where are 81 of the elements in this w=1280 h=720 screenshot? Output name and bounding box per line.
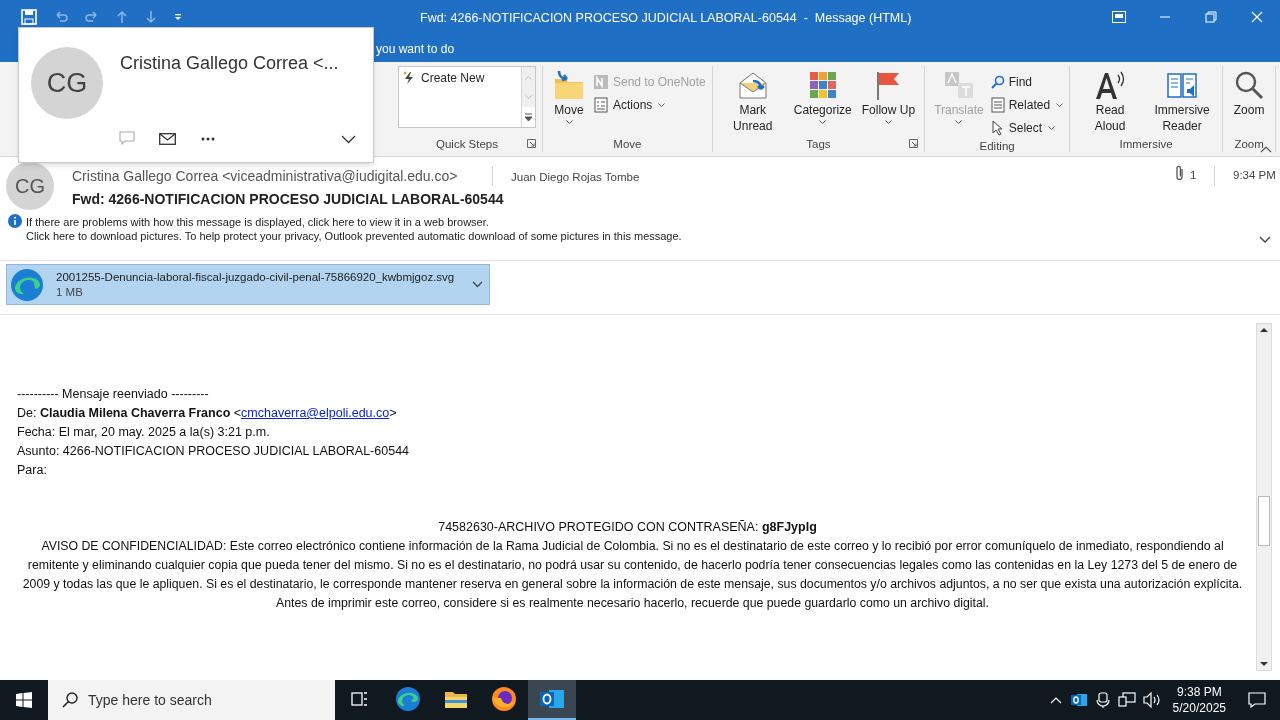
browser-icon bbox=[395, 686, 421, 712]
search-icon bbox=[990, 75, 1005, 89]
header-line: Fecha: El mar, 20 may. 2025 a la(s) 3:21 p.m. bbox=[17, 424, 271, 441]
message-subject: Fwd: 4266-NOTIFICACION PROCESO JUDICIAL LABORAL-60544 bbox=[72, 190, 504, 209]
message-time: 9:34 PM bbox=[1233, 168, 1276, 183]
ribbon-button[interactable]: Actions bbox=[593, 95, 706, 115]
forward-header: ---------- Mensaje reenviado --------- bbox=[17, 386, 210, 403]
ribbon-button[interactable]: Mark Unread bbox=[718, 66, 787, 136]
lightning-icon bbox=[403, 71, 415, 85]
ribbon-button[interactable]: Categorize bbox=[790, 66, 855, 136]
clock-date[interactable]: 5/20/2025 bbox=[1172, 700, 1226, 716]
scroll-down-icon[interactable] bbox=[1260, 662, 1268, 667]
save-icon[interactable] bbox=[20, 8, 38, 26]
group-label: Move bbox=[613, 137, 642, 152]
mail-icon[interactable] bbox=[159, 133, 176, 145]
caret-icon bbox=[1048, 125, 1056, 131]
avatar: CG bbox=[31, 47, 103, 119]
ribbon-button[interactable]: Read Aloud bbox=[1076, 66, 1145, 136]
ribbon-button[interactable]: Zoom bbox=[1229, 66, 1270, 136]
search-icon bbox=[62, 692, 78, 708]
create-new-button[interactable]: Create New bbox=[399, 67, 521, 87]
ribbon-button[interactable]: Related bbox=[990, 95, 1064, 115]
group-label: Zoom bbox=[1234, 137, 1264, 152]
avatar: CG bbox=[6, 162, 54, 210]
ribbon-button[interactable]: Select bbox=[990, 118, 1064, 138]
password-line: 74582630-ARCHIVO PROTEGIDO CON CONTRASEÑA: g8FJyplg bbox=[437, 519, 818, 536]
email-link[interactable]: cmchaverra@elpoli.edu.co bbox=[241, 404, 390, 423]
from-line: De: Claudia Milena Chaverra Franco < bbox=[17, 405, 242, 422]
scrollbar[interactable] bbox=[1256, 323, 1272, 671]
ribbon-button[interactable]: Follow Up bbox=[858, 66, 919, 136]
ribbon-button[interactable]: Find bbox=[990, 72, 1064, 92]
scroll-up-icon[interactable] bbox=[1260, 327, 1268, 332]
fox-globe-icon bbox=[491, 686, 517, 712]
expand-icon[interactable] bbox=[1259, 236, 1271, 244]
dialog-launcher-icon[interactable] bbox=[527, 139, 536, 148]
customize-icon[interactable] bbox=[173, 12, 183, 22]
header-line: Asunto: 4266-NOTIFICACION PROCESO JUDICIAL LABORAL-60544 bbox=[17, 443, 411, 460]
checklist-icon bbox=[593, 97, 609, 113]
attachment-size: 1 MB bbox=[56, 284, 84, 300]
sender-name[interactable]: Cristina Gallego Correa <viceadministrativa@iudigital.edu.co> bbox=[72, 166, 458, 187]
caret-icon bbox=[472, 281, 483, 288]
group-label: Editing bbox=[979, 139, 1015, 154]
window-title: Fwd: 4266-NOTIFICACION PROCESO JUDICIAL LABORAL-60544 - Message (HTML) bbox=[420, 10, 912, 27]
scroll-thumb[interactable] bbox=[1258, 496, 1270, 546]
caret-icon bbox=[955, 120, 963, 125]
confidentiality-notice: AVISO DE CONFIDENCIALIDAD: Este correo electrónico contiene información de la Rama Judicial de Colombia. Si no es el destinatario de este correo y lo recibió por error comuníquelo de inmediato, respondiendo al remitente y eliminando cualquier copia que pueda tener del mismo. Si no es el destinatario, no podrá usar su contenido, de hacerlo podría tener consecuencias legales como las contenidas en la Ley 1273 del 5 de enero de 2009 y todas las que le apliquen. Si es el destinatario, le corresponde mantener reserva en general sobre la información de este mensaje, sus documentos y/o archivos adjuntos, a no ser que exista una autorización explícita. Antes de imprimir este correo, considere si es realmente necesario hacerlo, recuerde que puede guardarlo como un archivo digital. bbox=[21, 538, 1244, 612]
attachment-count: 1 bbox=[1190, 168, 1197, 183]
document-icon bbox=[990, 97, 1005, 113]
closing-bracket: > bbox=[389, 405, 397, 422]
paperclip-icon bbox=[1175, 165, 1185, 181]
group-label: Tags bbox=[806, 137, 831, 152]
folder-icon bbox=[553, 68, 585, 102]
mail-app-icon bbox=[539, 687, 565, 711]
caret-icon bbox=[819, 120, 827, 125]
info-icon bbox=[8, 214, 22, 228]
dialog-launcher-icon[interactable] bbox=[909, 139, 919, 148]
group-label: Immersive bbox=[1119, 137, 1173, 152]
ribbon-button[interactable]: Immersive Reader bbox=[1148, 66, 1217, 136]
header-line: Para: bbox=[17, 462, 48, 479]
group-label: Quick Steps bbox=[436, 137, 498, 152]
attachment-name: 2001255-Denuncia-laboral-fiscal-juzgado-civil-penal-75866920_kwbmjgoz.svg bbox=[56, 269, 456, 285]
info-bar-text[interactable]: Click here to download pictures. To help protect your privacy, Outlook prevented automatic download of some pictures in this message. bbox=[26, 228, 682, 245]
cursor-icon bbox=[990, 120, 1005, 136]
expand-icon[interactable] bbox=[341, 135, 356, 144]
recipient-name[interactable]: Juan Diego Rojas Tombe bbox=[511, 169, 640, 187]
search-field[interactable]: Type here to search bbox=[48, 680, 335, 720]
ribbon-button[interactable]: Move bbox=[549, 66, 589, 136]
caret-icon bbox=[658, 102, 666, 108]
caret-icon bbox=[884, 120, 892, 125]
more-icon[interactable] bbox=[201, 137, 215, 141]
caret-icon bbox=[1056, 102, 1064, 108]
folder-icon bbox=[444, 689, 468, 709]
attachment-chip[interactable]: 2001255-Denuncia-laboral-fiscal-juzgado-civil-penal-75866920_kwbmjgoz.svg 1 MB bbox=[6, 264, 490, 305]
browser-logo-icon bbox=[10, 267, 44, 302]
tell-me-text[interactable]: you want to do bbox=[376, 40, 455, 58]
info-bar-text[interactable]: If there are problems with how this message is displayed, click here to view it in a web browser. bbox=[26, 214, 489, 231]
task-view-icon bbox=[351, 691, 369, 707]
clock-time[interactable]: 9:38 PM bbox=[1176, 684, 1222, 700]
notebook-icon bbox=[593, 74, 609, 90]
contact-name: Cristina Gallego Correa <... bbox=[120, 52, 339, 75]
caret-icon bbox=[565, 120, 573, 125]
